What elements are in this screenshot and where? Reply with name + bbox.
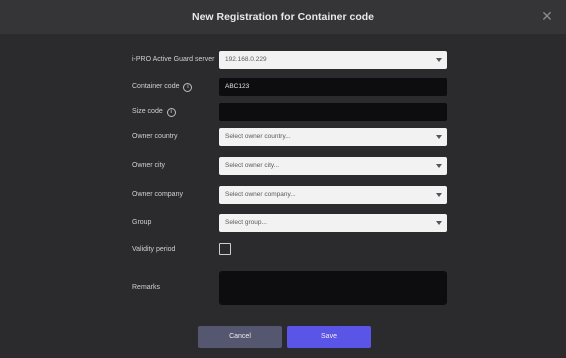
remarks-label: Remarks (132, 279, 160, 297)
server-select[interactable]: 192.168.0.229 (219, 51, 447, 69)
remarks-label-text: Remarks (132, 284, 161, 291)
container-code-row: Container code i ABC123 (0, 78, 566, 96)
container-code-label-text: Container code (132, 83, 180, 90)
owner-company-row: Owner company Select owner company... (0, 186, 566, 204)
owner-country-label-text: Owner country (132, 133, 178, 140)
server-label: i-PRO Active Guard server (132, 51, 214, 69)
group-placeholder: Select group... (225, 219, 267, 226)
dialog-titlebar: New Registration for Container code ✕ (0, 0, 566, 34)
owner-city-placeholder: Select owner city... (225, 162, 280, 169)
chevron-down-icon (436, 193, 442, 197)
size-code-row: Size code i (0, 103, 566, 121)
cancel-button[interactable]: Cancel (198, 326, 282, 348)
size-code-input[interactable] (219, 103, 447, 121)
group-label-text: Group (132, 219, 152, 226)
info-icon[interactable]: i (166, 107, 176, 117)
group-row: Group Select group... (0, 214, 566, 232)
remarks-textarea[interactable] (219, 271, 447, 305)
group-label: Group (132, 214, 151, 232)
validity-period-row: Validity period (0, 241, 566, 259)
chevron-down-icon (436, 164, 442, 168)
owner-city-label-text: Owner city (132, 162, 166, 169)
close-icon[interactable]: ✕ (540, 9, 554, 23)
owner-company-label: Owner company (132, 186, 183, 204)
owner-country-row: Owner country Select owner country... (0, 128, 566, 146)
server-label-text: i-PRO Active Guard server (132, 56, 215, 63)
validity-period-label: Validity period (132, 241, 175, 259)
owner-city-select[interactable]: Select owner city... (219, 157, 447, 175)
chevron-down-icon (436, 58, 442, 62)
server-value: 192.168.0.229 (225, 56, 267, 63)
validity-period-checkbox[interactable] (219, 243, 231, 255)
chevron-down-icon (436, 221, 442, 225)
container-code-label: Container code i (132, 78, 193, 96)
group-select[interactable]: Select group... (219, 214, 447, 232)
owner-company-label-text: Owner company (132, 191, 183, 198)
owner-country-select[interactable]: Select owner country... (219, 128, 447, 146)
owner-country-placeholder: Select owner country... (225, 133, 291, 140)
size-code-label: Size code i (132, 103, 176, 121)
server-row: i-PRO Active Guard server 192.168.0.229 (0, 51, 566, 69)
validity-period-label-text: Validity period (132, 246, 176, 253)
info-icon[interactable]: i (183, 82, 193, 92)
container-code-value: ABC123 (225, 83, 250, 90)
chevron-down-icon (436, 135, 442, 139)
owner-company-select[interactable]: Select owner company... (219, 186, 447, 204)
owner-city-row: Owner city Select owner city... (0, 157, 566, 175)
save-button[interactable]: Save (287, 326, 371, 348)
owner-country-label: Owner country (132, 128, 178, 146)
remarks-row: Remarks (0, 271, 566, 305)
dialog-title: New Registration for Container code (191, 11, 375, 23)
owner-company-placeholder: Select owner company... (225, 191, 296, 198)
owner-city-label: Owner city (132, 157, 165, 175)
container-code-input[interactable]: ABC123 (219, 78, 447, 96)
size-code-label-text: Size code (132, 108, 163, 115)
